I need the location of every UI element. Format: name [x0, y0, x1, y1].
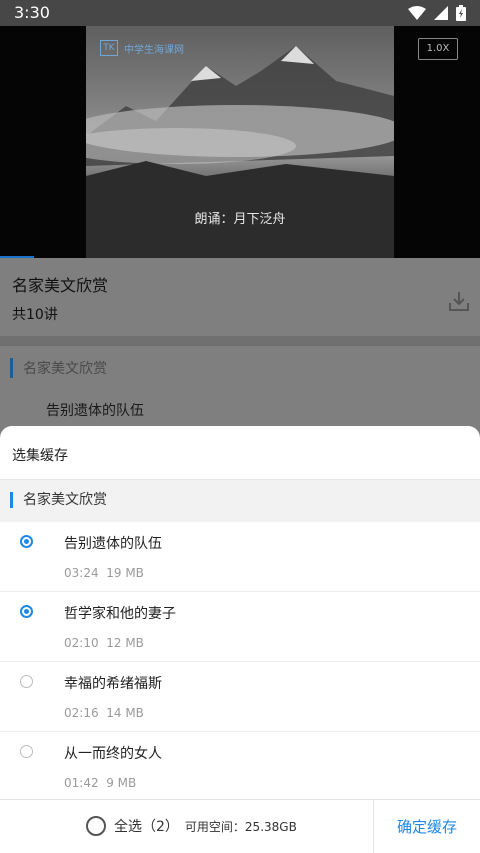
status-time: 3:30	[14, 3, 50, 22]
episode-duration: 01:42	[64, 776, 99, 790]
radio-checked-icon[interactable]	[20, 605, 33, 618]
episode-duration: 03:24	[64, 566, 99, 580]
logo-text: 中学生海课网	[124, 44, 184, 56]
course-info: 名家美文欣赏 共10讲	[0, 258, 480, 336]
playback-speed-button[interactable]: 1.0X	[418, 38, 458, 60]
video-player[interactable]: TK 中学生海课网 朗诵：月下泛舟 1.0X	[0, 26, 480, 258]
sheet-title: 选集缓存	[12, 448, 68, 464]
wifi-icon	[408, 6, 426, 20]
background-episode-list: 名家美文欣赏 告别遗体的队伍	[0, 346, 480, 436]
episode-size: 14 MB	[106, 706, 144, 720]
episode-item[interactable]: 幸福的希绪福斯 02:16 14 MB	[0, 662, 480, 732]
video-frame[interactable]: TK 中学生海课网 朗诵：月下泛舟	[86, 26, 394, 258]
radio-unchecked-icon[interactable]	[20, 745, 33, 758]
background-section-label: 名家美文欣赏	[10, 358, 107, 378]
episode-title: 从一而终的女人	[64, 746, 162, 762]
radio-checked-icon[interactable]	[20, 535, 33, 548]
episode-meta: 01:42 9 MB	[64, 776, 136, 790]
available-space-label: 可用空间：25.38GB	[184, 819, 297, 834]
confirm-cache-button[interactable]: 确定缓存	[374, 800, 480, 853]
status-bar: 3:30	[0, 0, 480, 26]
episode-item[interactable]: 哲学家和他的妻子 02:10 12 MB	[0, 592, 480, 662]
episode-duration: 02:10	[64, 636, 99, 650]
episode-size: 19 MB	[106, 566, 144, 580]
bottom-action-bar: 全选（2） 可用空间：25.38GB 确定缓存	[0, 799, 480, 853]
episode-title: 幸福的希绪福斯	[64, 676, 162, 692]
episode-item[interactable]: 告别遗体的队伍 03:24 19 MB	[0, 522, 480, 592]
section-label: 名家美文欣赏	[10, 492, 107, 508]
episode-meta: 03:24 19 MB	[64, 566, 144, 580]
episode-meta: 02:16 14 MB	[64, 706, 144, 720]
cache-selection-sheet: 选集缓存 名家美文欣赏 告别遗体的队伍 03:24 19 MB 哲学家和他的妻子…	[0, 426, 480, 853]
battery-icon	[456, 5, 466, 21]
episode-size: 9 MB	[106, 776, 137, 790]
lesson-count: 共10讲	[12, 307, 58, 323]
status-icons	[408, 5, 466, 21]
episode-item[interactable]: 从一而终的女人 01:42 9 MB	[0, 732, 480, 802]
video-watermark-logo: TK 中学生海课网	[100, 40, 184, 56]
background-list-item: 告别遗体的队伍	[46, 403, 144, 419]
episode-size: 12 MB	[106, 636, 144, 650]
select-all-label: 全选（2）	[114, 819, 179, 835]
section-header: 名家美文欣赏	[0, 480, 480, 522]
signal-icon	[434, 6, 448, 20]
select-all-circle-icon[interactable]	[86, 816, 106, 836]
episode-title: 告别遗体的队伍	[64, 536, 162, 552]
separator	[0, 336, 480, 346]
radio-unchecked-icon[interactable]	[20, 675, 33, 688]
video-subtitle: 朗诵：月下泛舟	[194, 212, 286, 227]
episode-duration: 02:16	[64, 706, 99, 720]
course-title: 名家美文欣赏	[12, 276, 109, 295]
episode-title: 哲学家和他的妻子	[64, 606, 176, 622]
episode-meta: 02:10 12 MB	[64, 636, 144, 650]
download-icon[interactable]	[448, 290, 470, 312]
logo-mark: TK	[100, 40, 118, 56]
select-all-button[interactable]: 全选（2） 可用空间：25.38GB	[86, 816, 297, 836]
